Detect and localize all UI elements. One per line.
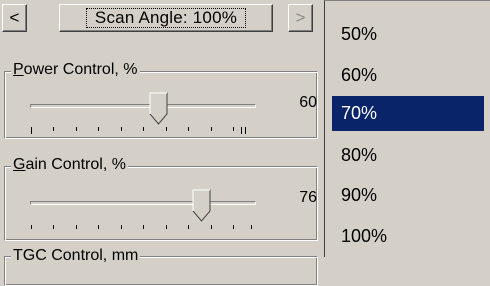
scan-angle-next-button[interactable]: > [288, 4, 313, 32]
scan-angle-button[interactable]: Scan Angle: 100% [59, 4, 273, 32]
tgc-control-group: TGC Control, mm [4, 246, 318, 286]
power-control-title: Power Control, % [11, 60, 140, 80]
gain-control-value: 76 [299, 189, 317, 206]
power-control-group: Power Control, % 60 [4, 60, 318, 139]
chevron-right-icon: > [295, 8, 306, 27]
tgc-control-title: TGC Control, mm [11, 246, 141, 266]
dropdown-option[interactable]: 50% [332, 17, 484, 52]
power-control-value: 60 [299, 94, 317, 111]
power-slider-thumb[interactable] [149, 92, 169, 126]
power-slider-track[interactable] [30, 104, 256, 108]
gain-control-group: Gain Control, % 76 [4, 155, 318, 241]
scan-angle-prev-button[interactable]: < [2, 4, 27, 32]
dropdown-option-selected[interactable]: 70% [332, 96, 484, 131]
scan-angle-dropdown[interactable]: 50% 60% 70% 80% 90% 100% [324, 0, 490, 257]
chevron-left-icon: < [9, 8, 20, 27]
dropdown-option[interactable]: 100% [332, 219, 484, 254]
dropdown-option[interactable]: 90% [332, 178, 484, 213]
gain-slider-thumb[interactable] [192, 189, 212, 223]
scan-angle-label: Scan Angle: 100% [85, 8, 247, 28]
dropdown-option[interactable]: 60% [332, 58, 484, 93]
scan-control-panel: < Scan Angle: 100% > Power Control, % 60… [0, 0, 324, 286]
gain-slider-ticks [31, 225, 252, 229]
power-slider-ticks [31, 127, 246, 134]
dropdown-option[interactable]: 80% [332, 138, 484, 173]
gain-control-title: Gain Control, % [11, 155, 128, 175]
gain-slider-track[interactable] [30, 201, 256, 205]
